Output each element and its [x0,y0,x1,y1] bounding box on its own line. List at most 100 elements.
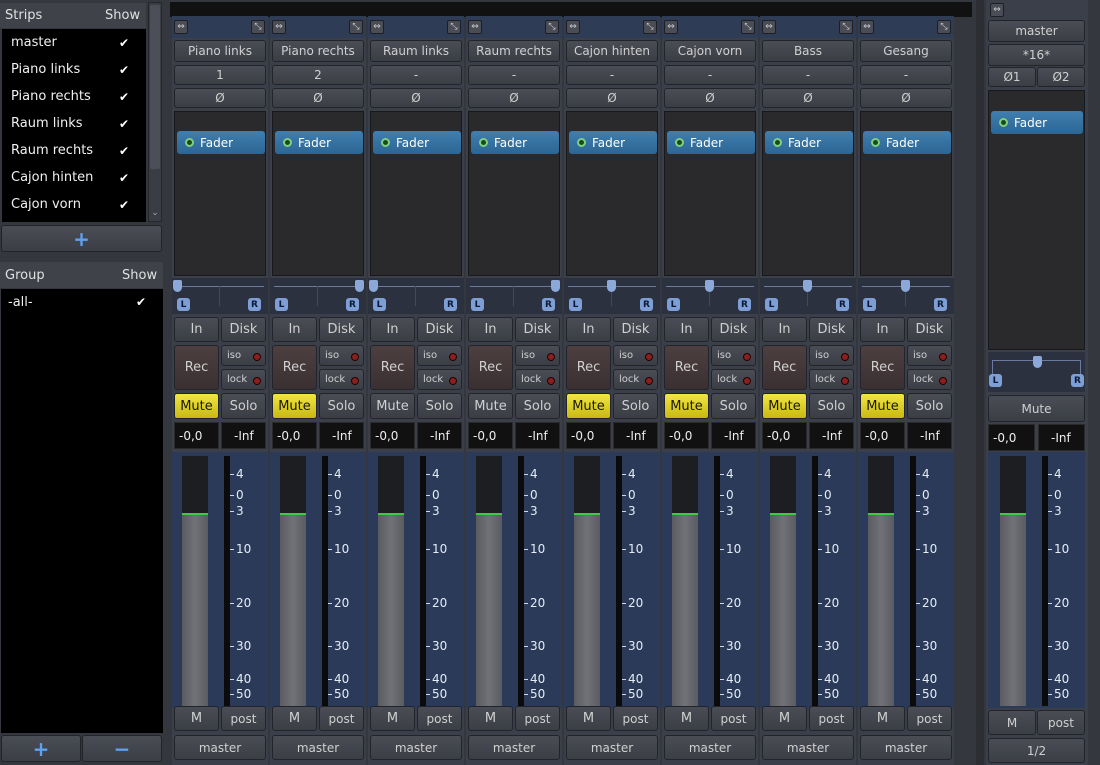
show-checkbox-icon[interactable]: ✔ [119,171,129,185]
show-checkbox-icon[interactable]: ✔ [119,90,129,104]
strip-list-item[interactable]: Piano links ✔ [2,56,146,83]
strip-name-button[interactable]: Cajon vorn [664,40,756,62]
hide-strip-icon[interactable]: ⤡ [251,20,265,34]
stereo-panner[interactable]: LR [564,278,660,314]
strip-list-item[interactable]: Piano rechts ✔ [2,83,146,110]
stereo-panner[interactable]: LR [858,278,954,314]
gain-display[interactable]: -0,0 [468,422,513,449]
hide-strip-icon[interactable]: ⤡ [545,20,559,34]
meter-mode-button[interactable]: M [762,706,807,731]
width-toggle-icon[interactable]: ⇔ [174,20,188,34]
fader-plugin[interactable]: Fader [275,131,363,154]
strip-list-item[interactable]: Raum links ✔ [2,110,146,137]
width-toggle-icon[interactable]: ⇔ [762,20,776,34]
fader-track[interactable] [476,456,502,706]
meter-mode-button[interactable]: M [272,706,317,731]
master-gain-display[interactable]: -0,0 [988,424,1035,451]
lock-button[interactable]: lock [711,369,756,390]
monitor-input-button[interactable]: In [566,317,611,342]
strip-list-item[interactable]: master ✔ [2,29,146,56]
record-button[interactable]: Rec [370,345,415,390]
record-button[interactable]: Rec [860,345,905,390]
master-page-button[interactable]: 1/2 [988,738,1085,763]
meter-mode-button[interactable]: M [174,706,219,731]
output-button[interactable]: master [762,735,854,760]
output-button[interactable]: master [664,735,756,760]
solo-button[interactable]: Solo [613,393,658,419]
meter-mode-button[interactable]: M [664,706,709,731]
strip-name-button[interactable]: Raum rechts [468,40,560,62]
lock-button[interactable]: lock [221,369,266,390]
monitor-disk-button[interactable]: Disk [613,317,658,342]
master-meter-point-button[interactable]: post [1037,710,1085,735]
hide-strip-icon[interactable]: ⤡ [839,20,853,34]
hide-strip-icon[interactable]: ⤡ [349,20,363,34]
fader-track[interactable] [574,456,600,706]
meter-point-button[interactable]: post [907,706,952,731]
input-button[interactable]: 1 [174,65,266,85]
isolate-button[interactable]: iso [417,345,462,366]
isolate-button[interactable]: iso [809,345,854,366]
hide-strip-icon[interactable]: ⤡ [937,20,951,34]
pan-knob[interactable] [705,280,714,292]
show-checkbox-icon[interactable]: ✔ [119,144,129,158]
width-toggle-icon[interactable]: ⇔ [272,20,286,34]
hide-strip-icon[interactable]: ⤡ [447,20,461,34]
strip-name-button[interactable]: Piano links [174,40,266,62]
output-button[interactable]: master [566,735,658,760]
mute-button[interactable]: Mute [566,393,611,419]
master-fader-plugin[interactable]: Fader [991,111,1083,134]
input-button[interactable]: - [566,65,658,85]
fader-plugin[interactable]: Fader [569,131,657,154]
meter-mode-button[interactable]: M [566,706,611,731]
add-strip-button[interactable]: + [1,225,162,252]
record-button[interactable]: Rec [566,345,611,390]
width-toggle-icon[interactable]: ⇔ [664,20,678,34]
strip-name-button[interactable]: Raum links [370,40,462,62]
record-button[interactable]: Rec [272,345,317,390]
input-button[interactable]: - [468,65,560,85]
monitor-disk-button[interactable]: Disk [319,317,364,342]
solo-button[interactable]: Solo [907,393,952,419]
gain-display[interactable]: -0,0 [370,422,415,449]
strip-name-button[interactable]: Bass [762,40,854,62]
monitor-input-button[interactable]: In [272,317,317,342]
monitor-input-button[interactable]: In [370,317,415,342]
strip-list-item[interactable]: Cajon hinten ✔ [2,164,146,191]
isolate-button[interactable]: iso [515,345,560,366]
phase-invert-button[interactable]: Ø [468,88,560,108]
mute-button[interactable]: Mute [664,393,709,419]
plugin-active-icon[interactable] [999,118,1008,127]
record-button[interactable]: Rec [174,345,219,390]
gain-display[interactable]: -0,0 [174,422,219,449]
output-button[interactable]: master [468,735,560,760]
fader-plugin[interactable]: Fader [765,131,853,154]
gain-display[interactable]: -0,0 [762,422,807,449]
mute-button[interactable]: Mute [370,393,415,419]
fader-track[interactable] [1000,456,1026,706]
monitor-disk-button[interactable]: Disk [417,317,462,342]
width-toggle-icon[interactable]: ⇔ [468,20,482,34]
fader-track[interactable] [182,456,208,706]
record-button[interactable]: Rec [762,345,807,390]
master-input-button[interactable]: *16* [988,44,1085,66]
monitor-input-button[interactable]: In [174,317,219,342]
isolate-button[interactable]: iso [711,345,756,366]
lock-button[interactable]: lock [319,369,364,390]
input-button[interactable]: - [860,65,952,85]
meter-point-button[interactable]: post [711,706,756,731]
lock-button[interactable]: lock [809,369,854,390]
stereo-panner[interactable]: LR [466,278,562,314]
monitor-disk-button[interactable]: Disk [711,317,756,342]
monitor-disk-button[interactable]: Disk [221,317,266,342]
width-toggle-icon[interactable]: ⇔ [370,20,384,34]
width-toggle-icon[interactable]: ⇔ [566,20,580,34]
show-checkbox-icon[interactable]: ✔ [119,117,129,131]
phase-invert-button[interactable]: Ø [762,88,854,108]
monitor-input-button[interactable]: In [762,317,807,342]
solo-button[interactable]: Solo [417,393,462,419]
mute-button[interactable]: Mute [762,393,807,419]
show-checkbox-icon[interactable]: ✔ [119,198,129,212]
master-phase2-button[interactable]: Ø2 [1037,67,1085,87]
plugin-active-icon[interactable] [381,138,390,147]
